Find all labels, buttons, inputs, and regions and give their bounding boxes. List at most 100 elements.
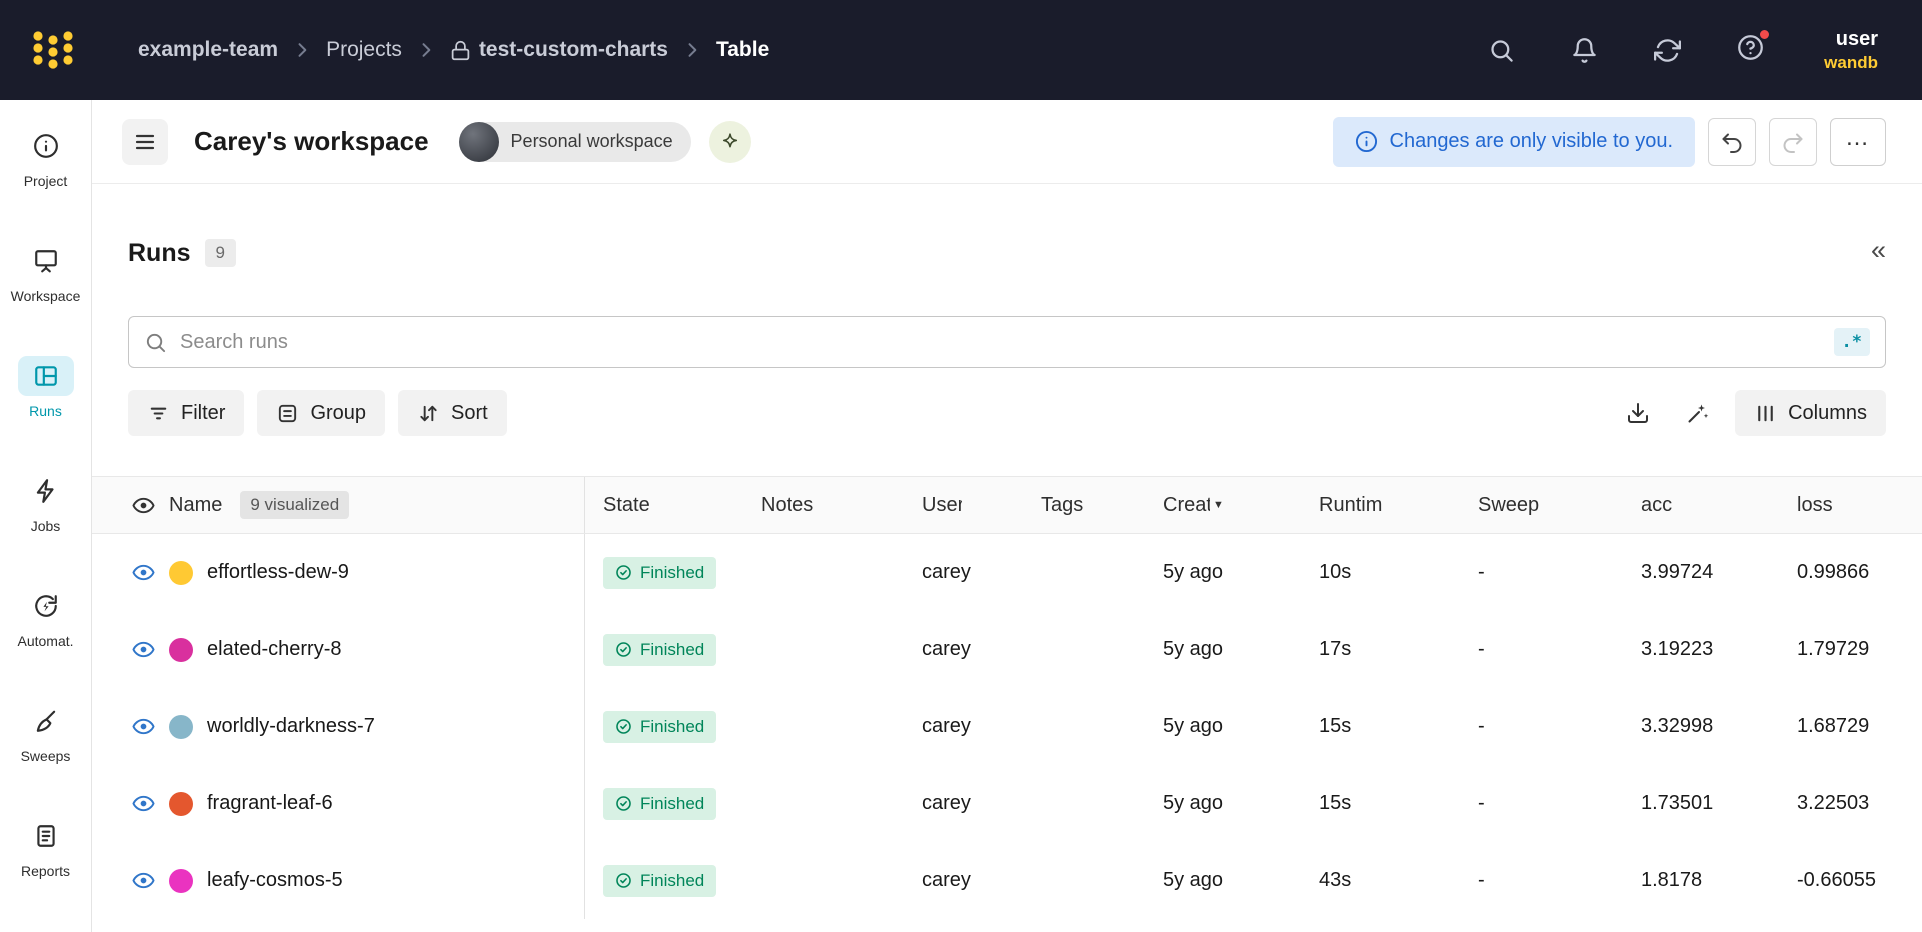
column-header-state[interactable]: State	[585, 477, 743, 533]
run-row[interactable]: leafy-cosmos-5 Finished carey 5y ago 43s…	[92, 842, 1922, 919]
columns-button[interactable]: Columns	[1735, 390, 1886, 436]
regex-toggle-button[interactable]: .*	[1834, 328, 1870, 356]
runtime-value: 10s	[1319, 561, 1351, 584]
report-icon	[18, 816, 74, 856]
runtime-value: 15s	[1319, 792, 1351, 815]
sparkle-button[interactable]	[709, 121, 751, 163]
help-button[interactable]	[1737, 34, 1764, 66]
sidebar-item-automations[interactable]: Automat.	[0, 586, 91, 649]
sidebar-item-workspace[interactable]: Workspace	[0, 241, 91, 304]
sidebar-item-reports[interactable]: Reports	[0, 816, 91, 879]
column-header-loss[interactable]: loss	[1779, 477, 1922, 533]
cell-tags	[1023, 534, 1145, 611]
run-row[interactable]: worldly-darkness-7 Finished carey 5y ago…	[92, 688, 1922, 765]
workspace-menu-button[interactable]	[122, 119, 168, 165]
sidebar: Project Workspace Runs Jobs Automat. Swe…	[0, 100, 92, 932]
org-name: wandb	[1824, 52, 1878, 74]
cell-notes	[743, 765, 904, 842]
cell-tags	[1023, 611, 1145, 688]
columns-icon	[1754, 402, 1777, 425]
cell-user: carey	[904, 765, 1023, 842]
search-button[interactable]	[1488, 37, 1515, 64]
cell-created: 5y ago	[1145, 688, 1301, 765]
created-value: 5y ago	[1163, 869, 1223, 892]
wandb-logo[interactable]	[30, 29, 76, 71]
check-circle-icon	[615, 718, 632, 735]
column-header-sweep[interactable]: Sweep	[1460, 477, 1623, 533]
runs-search-bar: .*	[128, 316, 1886, 368]
chevron-right-icon	[682, 40, 702, 60]
run-row[interactable]: effortless-dew-9 Finished carey 5y ago 1…	[92, 534, 1922, 611]
column-header-notes[interactable]: Notes	[743, 477, 904, 533]
run-name[interactable]: elated-cherry-8	[207, 638, 342, 661]
undo-button[interactable]	[1708, 118, 1756, 166]
cell-name: elated-cherry-8	[92, 611, 585, 688]
run-name[interactable]: fragrant-leaf-6	[207, 792, 333, 815]
created-value: 5y ago	[1163, 638, 1223, 661]
search-runs-input[interactable]	[180, 331, 1821, 354]
eye-icon[interactable]	[132, 494, 155, 517]
column-header-acc[interactable]: acc	[1623, 477, 1779, 533]
run-row[interactable]: elated-cherry-8 Finished carey 5y ago 17…	[92, 611, 1922, 688]
main-area: Carey's workspace Personal workspace Cha…	[92, 100, 1922, 932]
notifications-button[interactable]	[1571, 37, 1598, 64]
sidebar-item-label: Jobs	[31, 518, 61, 534]
breadcrumb-projects[interactable]: Projects	[326, 38, 402, 62]
magic-wand-button[interactable]	[1675, 390, 1721, 436]
sidebar-item-sweeps[interactable]: Sweeps	[0, 701, 91, 764]
redo-button[interactable]	[1769, 118, 1817, 166]
breadcrumb-project[interactable]: test-custom-charts	[450, 38, 668, 62]
user-menu[interactable]: user wandb	[1824, 26, 1878, 74]
refresh-button[interactable]	[1654, 37, 1681, 64]
cell-created: 5y ago	[1145, 842, 1301, 919]
sidebar-item-label: Reports	[21, 863, 70, 879]
run-name[interactable]: effortless-dew-9	[207, 561, 349, 584]
sweep-value: -	[1478, 561, 1485, 584]
cell-runtime: 15s	[1301, 688, 1460, 765]
breadcrumb-team[interactable]: example-team	[138, 38, 278, 62]
sidebar-item-jobs[interactable]: Jobs	[0, 471, 91, 534]
refresh-icon	[1654, 37, 1681, 64]
cell-name: leafy-cosmos-5	[92, 842, 585, 919]
visibility-eye-icon[interactable]	[132, 561, 155, 584]
check-circle-icon	[615, 641, 632, 658]
sidebar-item-runs[interactable]: Runs	[0, 356, 91, 419]
run-name[interactable]: leafy-cosmos-5	[207, 869, 343, 892]
breadcrumb-page[interactable]: Table	[716, 38, 769, 62]
run-name[interactable]: worldly-darkness-7	[207, 715, 375, 738]
user-value: carey	[922, 638, 971, 661]
filter-button[interactable]: Filter	[128, 390, 244, 436]
loss-value: 1.79729	[1797, 638, 1869, 661]
visibility-eye-icon[interactable]	[132, 792, 155, 815]
cell-sweep: -	[1460, 842, 1623, 919]
check-circle-icon	[615, 872, 632, 889]
visibility-eye-icon[interactable]	[132, 638, 155, 661]
run-row[interactable]: fragrant-leaf-6 Finished carey 5y ago 15…	[92, 765, 1922, 842]
state-badge: Finished	[603, 634, 716, 666]
loss-value: 3.22503	[1797, 792, 1869, 815]
state-header-label: State	[603, 494, 650, 517]
sort-button[interactable]: Sort	[398, 390, 507, 436]
cell-acc: 3.32998	[1623, 688, 1779, 765]
group-button[interactable]: Group	[257, 390, 385, 436]
column-header-tags[interactable]: Tags	[1023, 477, 1145, 533]
cell-state: Finished	[585, 534, 743, 611]
cell-name: worldly-darkness-7	[92, 688, 585, 765]
collapse-panel-button[interactable]: «	[1871, 237, 1886, 270]
user-value: carey	[922, 715, 971, 738]
visibility-eye-icon[interactable]	[132, 869, 155, 892]
cell-created: 5y ago	[1145, 534, 1301, 611]
column-header-user[interactable]: User	[904, 477, 1023, 533]
more-options-button[interactable]: …	[1830, 118, 1886, 166]
avatar	[459, 122, 499, 162]
column-header-name[interactable]: Name 9 visualized	[92, 477, 585, 533]
sidebar-item-project[interactable]: Project	[0, 126, 91, 189]
sidebar-item-label: Project	[24, 173, 68, 189]
cell-created: 5y ago	[1145, 611, 1301, 688]
visibility-eye-icon[interactable]	[132, 715, 155, 738]
workspace-selector[interactable]: Personal workspace	[459, 122, 691, 162]
runs-title: Runs	[128, 239, 191, 268]
column-header-created[interactable]: Created ▼	[1145, 477, 1301, 533]
column-header-runtime[interactable]: Runtime	[1301, 477, 1460, 533]
export-button[interactable]	[1615, 390, 1661, 436]
